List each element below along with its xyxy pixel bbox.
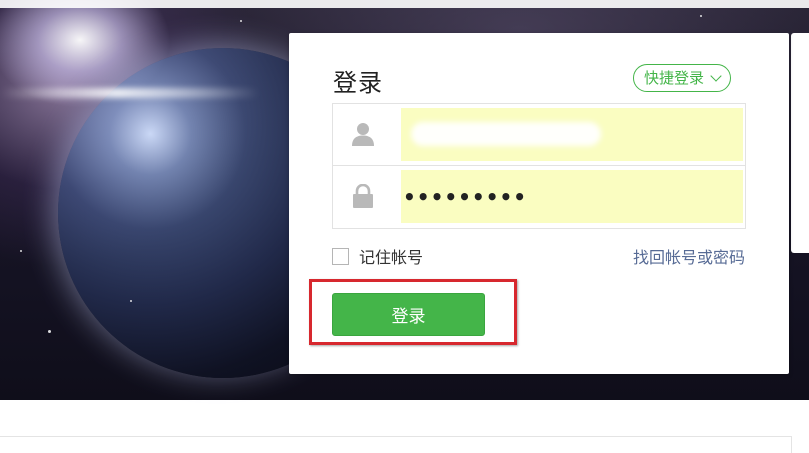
password-row xyxy=(333,166,745,227)
banner-top-edge xyxy=(0,0,809,8)
star xyxy=(700,15,702,17)
star xyxy=(48,330,51,333)
quick-login-button[interactable]: 快捷登录 xyxy=(633,64,732,92)
light-flare xyxy=(0,88,260,98)
credentials-group xyxy=(332,103,746,229)
user-icon xyxy=(352,122,374,146)
content-panel xyxy=(0,436,792,453)
page: 登录 快捷登录 ••••••••• 记住帐号 找回帐号或密码 登录 xyxy=(0,0,809,453)
login-card: 登录 快捷登录 ••••••••• 记住帐号 找回帐号或密码 登录 xyxy=(289,33,789,374)
login-button[interactable]: 登录 xyxy=(332,293,485,336)
star xyxy=(130,300,132,302)
side-panel-edge xyxy=(791,33,809,253)
username-input[interactable] xyxy=(401,108,743,161)
username-row xyxy=(333,104,745,166)
remember-checkbox[interactable] xyxy=(332,247,349,265)
password-input[interactable] xyxy=(401,170,743,223)
star xyxy=(240,20,242,22)
chevron-down-icon xyxy=(710,70,722,82)
quick-login-label: 快捷登录 xyxy=(644,69,705,87)
remember-label: 记住帐号 xyxy=(359,248,424,267)
forgot-account-link[interactable]: 找回帐号或密码 xyxy=(633,244,745,268)
remember-account[interactable]: 记住帐号 xyxy=(332,244,423,268)
lock-icon xyxy=(352,183,374,208)
star xyxy=(20,250,22,252)
login-title: 登录 xyxy=(333,69,383,97)
